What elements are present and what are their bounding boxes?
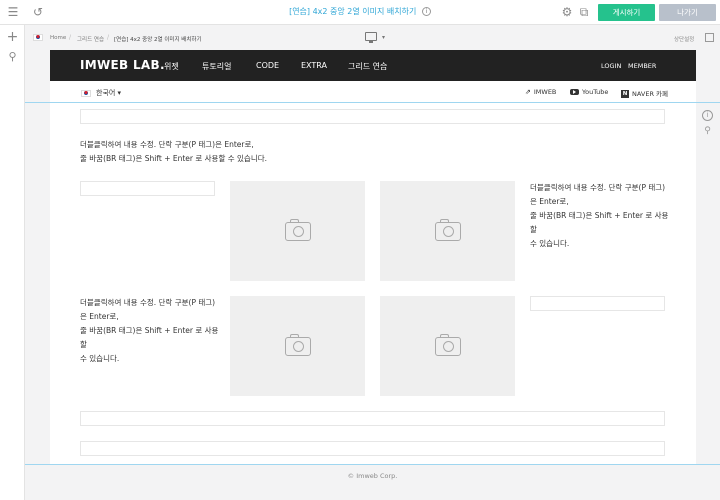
nav-item-widget[interactable]: 위젯 xyxy=(164,61,179,72)
empty-block[interactable] xyxy=(80,441,665,456)
text-line: 더블클릭하여 내용 수정. 단락 구분(P 태그) xyxy=(530,183,666,192)
info-icon[interactable]: i xyxy=(421,7,431,16)
text-line: 더블클릭하여 내용 수정. 단락 구분(P 태그) xyxy=(80,298,216,307)
site-footer: © Imweb Corp. xyxy=(25,465,720,500)
naver-link-label: NAVER 카페 xyxy=(632,90,668,98)
empty-block[interactable] xyxy=(530,296,665,311)
page-title[interactable]: [연습] 4x2 중앙 2열 이미지 배치하기 xyxy=(289,7,416,16)
site-subbar: 한국어 ▾ ⇗ IMWEB YouTube N NAVER 카페 xyxy=(50,81,696,103)
text-line: 수 있습니다. xyxy=(530,239,570,248)
plus-icon[interactable]: + xyxy=(6,30,19,44)
external-link-icon[interactable]: ⧉ xyxy=(577,5,591,19)
korea-flag-icon xyxy=(81,89,91,97)
empty-block[interactable] xyxy=(80,109,665,124)
camera-icon xyxy=(434,219,461,241)
language-label: 한국어 ▾ xyxy=(96,89,122,97)
chevron-down-icon[interactable]: ▾ xyxy=(382,34,385,41)
text-block[interactable]: 더블클릭하여 내용 수정. 단락 구분(P 태그) 은 Enter로, 줄 바꿈… xyxy=(80,296,225,366)
top-settings-link[interactable]: 상단설정 xyxy=(674,35,694,43)
breadcrumb: Home / 그리드 연습 / [연습] 4x2 중앙 2열 이미지 배치하기 … xyxy=(25,25,720,50)
nav-item-tutorial[interactable]: 튜토리얼 xyxy=(202,61,231,72)
youtube-icon xyxy=(570,89,579,95)
text-block[interactable]: 더블클릭하여 내용 수정. 단락 구분(P 태그) 은 Enter로, 줄 바꿈… xyxy=(530,181,675,251)
breadcrumb-current[interactable]: [연습] 4x2 중앙 2열 이미지 배치하기 xyxy=(114,35,202,43)
empty-block[interactable] xyxy=(80,181,215,196)
naver-icon: N xyxy=(621,90,629,98)
intro-text-line: 더블클릭하여 내용 수정. 단락 구분(P 태그)은 Enter로, xyxy=(80,140,254,149)
copyright-text: © Imweb Corp. xyxy=(347,472,398,480)
image-placeholder[interactable] xyxy=(380,296,515,396)
intro-text-line: 줄 바꿈(BR 태그)은 Shift + Enter 로 사용할 수 있습니다. xyxy=(80,154,268,163)
info-icon[interactable]: i xyxy=(702,110,713,121)
site-header: IMWEB LAB. 위젯 튜토리얼 CODE EXTRA 그리드 연습 LOG… xyxy=(50,50,696,81)
korea-flag-icon xyxy=(33,34,43,41)
camera-icon xyxy=(434,334,461,356)
section-guide-line xyxy=(25,102,720,103)
left-toolbar: + ⚲ xyxy=(0,25,25,500)
pin-icon[interactable]: ⚲ xyxy=(6,50,19,63)
imweb-link-label: IMWEB xyxy=(533,88,557,96)
camera-icon xyxy=(284,334,311,356)
breadcrumb-separator: / xyxy=(107,34,110,41)
external-link-icon: ⇗ xyxy=(525,88,531,96)
youtube-link-label: YouTube xyxy=(582,88,609,96)
imweb-link[interactable]: ⇗ IMWEB xyxy=(525,88,556,96)
image-placeholder[interactable] xyxy=(380,181,515,281)
text-line: 은 Enter로, xyxy=(80,312,119,321)
youtube-link[interactable]: YouTube xyxy=(570,88,608,96)
login-link[interactable]: LOGIN xyxy=(601,62,621,70)
copy-icon[interactable] xyxy=(705,33,714,42)
page-canvas: IMWEB LAB. 위젯 튜토리얼 CODE EXTRA 그리드 연습 LOG… xyxy=(50,50,696,464)
image-placeholder[interactable] xyxy=(230,296,365,396)
camera-icon xyxy=(284,219,311,241)
publish-button[interactable]: 게시하기 xyxy=(598,4,655,21)
site-logo[interactable]: IMWEB LAB. xyxy=(80,58,165,72)
text-line: 줄 바꿈(BR 태그)은 Shift + Enter 로 사용할 xyxy=(80,326,219,349)
nav-item-code[interactable]: CODE xyxy=(256,61,279,70)
text-line: 은 Enter로, xyxy=(530,197,569,206)
member-link[interactable]: MEMBER xyxy=(628,62,656,70)
image-placeholder[interactable] xyxy=(230,181,365,281)
text-line: 수 있습니다. xyxy=(80,354,120,363)
breadcrumb-section[interactable]: 그리드 연습 xyxy=(77,35,104,43)
text-line: 줄 바꿈(BR 태그)은 Shift + Enter 로 사용할 xyxy=(530,211,669,234)
intro-text[interactable]: 더블클릭하여 내용 수정. 단락 구분(P 태그)은 Enter로, 줄 바꿈(… xyxy=(80,138,380,166)
gear-icon[interactable]: ⚙ xyxy=(560,5,574,19)
nav-item-grid[interactable]: 그리드 연습 xyxy=(348,61,387,72)
pin-icon[interactable]: ⚲ xyxy=(702,126,713,137)
desktop-view-icon[interactable] xyxy=(365,32,377,43)
empty-block[interactable] xyxy=(80,411,665,426)
breadcrumb-separator: / xyxy=(69,34,72,41)
exit-button[interactable]: 나가기 xyxy=(659,4,716,21)
language-selector[interactable]: 한국어 ▾ xyxy=(81,88,121,98)
breadcrumb-home[interactable]: Home xyxy=(50,35,66,41)
editor-topbar: ☰ ↺ [연습] 4x2 중앙 2열 이미지 배치하기 i ⚙ ⧉ 게시하기 나… xyxy=(0,0,720,25)
naver-link[interactable]: N NAVER 카페 xyxy=(621,88,668,98)
nav-item-extra[interactable]: EXTRA xyxy=(301,61,327,70)
